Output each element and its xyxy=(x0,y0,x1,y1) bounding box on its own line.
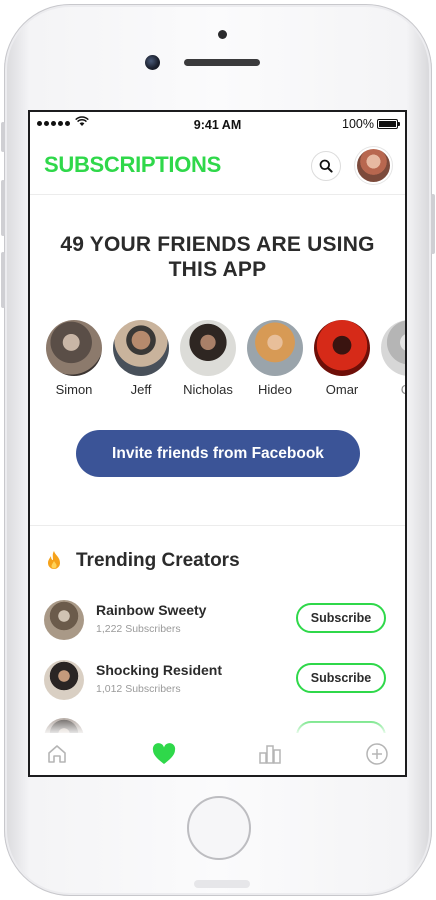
friend-name: Omar xyxy=(325,382,359,397)
friend-avatar xyxy=(46,320,102,376)
creator-row[interactable]: Shocking Resident 1,012 Subscribers Subs… xyxy=(44,658,394,704)
app-header: SUBSCRIPTIONS xyxy=(30,138,405,195)
creator-subscribers: 1,222 Subscribers xyxy=(96,623,181,635)
chart-icon xyxy=(259,745,281,764)
invite-facebook-button[interactable]: Invite friends from Facebook xyxy=(76,430,360,477)
home-button[interactable] xyxy=(187,796,251,860)
phone-bottom-edge xyxy=(194,880,250,888)
creator-name: Shocking Resident xyxy=(96,662,223,678)
creator-subscribers: 1,012 Subscribers xyxy=(96,683,181,695)
add-icon xyxy=(366,743,388,765)
trending-title: Trending Creators xyxy=(76,550,240,571)
home-icon xyxy=(48,745,66,763)
friend-avatar xyxy=(381,320,405,376)
friend-simon[interactable]: Simon xyxy=(44,320,104,397)
friend-avatar xyxy=(113,320,169,376)
battery-icon xyxy=(377,119,400,129)
creator-avatar xyxy=(44,600,84,640)
front-camera xyxy=(145,55,160,70)
tab-favorites[interactable] xyxy=(134,733,194,775)
friend-name: Co xyxy=(379,382,405,397)
friend-name: Simon xyxy=(55,382,93,397)
power-button xyxy=(431,194,435,254)
friend-hideo[interactable]: Hideo xyxy=(245,320,305,397)
tab-home[interactable] xyxy=(30,733,87,775)
creator-avatar xyxy=(44,660,84,700)
friend-omar[interactable]: Omar xyxy=(312,320,372,397)
earpiece-speaker xyxy=(184,59,260,66)
app-screen: 9:41 AM 100% SUBSCRIPTIONS 49 YOUR FRIEN… xyxy=(28,110,407,777)
friend-co[interactable]: Co xyxy=(379,320,405,397)
search-icon xyxy=(319,159,333,173)
status-bar: 9:41 AM 100% xyxy=(30,112,405,138)
tab-add[interactable] xyxy=(347,733,405,775)
creator-name: Rainbow Sweety xyxy=(96,602,207,618)
friend-name: Hideo xyxy=(258,382,292,397)
friends-headline: 49 YOUR FRIENDS ARE USING THIS APP xyxy=(60,233,375,281)
friend-avatar xyxy=(247,320,303,376)
mute-switch xyxy=(1,122,5,152)
friend-avatar xyxy=(314,320,370,376)
friend-name: Jeff xyxy=(130,382,152,397)
friend-avatar xyxy=(180,320,236,376)
friend-name: Nicholas xyxy=(183,382,233,397)
heart-icon xyxy=(152,743,176,764)
flame-icon xyxy=(48,551,60,569)
volume-up-button xyxy=(1,180,5,236)
page-title: SUBSCRIPTIONS xyxy=(44,152,222,177)
friend-nicholas[interactable]: Nicholas xyxy=(178,320,238,397)
creator-row[interactable]: Rainbow Sweety 1,222 Subscribers Subscri… xyxy=(44,598,394,644)
proximity-sensor xyxy=(218,30,227,39)
tab-stats[interactable] xyxy=(240,733,300,775)
search-button[interactable] xyxy=(311,151,341,181)
subscribe-button[interactable]: Subscribe xyxy=(296,663,386,693)
friends-carousel[interactable]: Simon Jeff Nicholas Hideo Omar Co xyxy=(44,320,405,400)
tab-bar xyxy=(30,733,405,775)
battery-percent: 100% xyxy=(342,117,374,131)
friend-jeff[interactable]: Jeff xyxy=(111,320,171,397)
volume-down-button xyxy=(1,252,5,308)
trending-header: Trending Creators xyxy=(46,550,240,572)
section-divider xyxy=(30,525,405,526)
subscribe-button[interactable]: Subscribe xyxy=(296,603,386,633)
profile-avatar[interactable] xyxy=(357,149,390,182)
battery-indicator: 100% xyxy=(342,117,400,131)
